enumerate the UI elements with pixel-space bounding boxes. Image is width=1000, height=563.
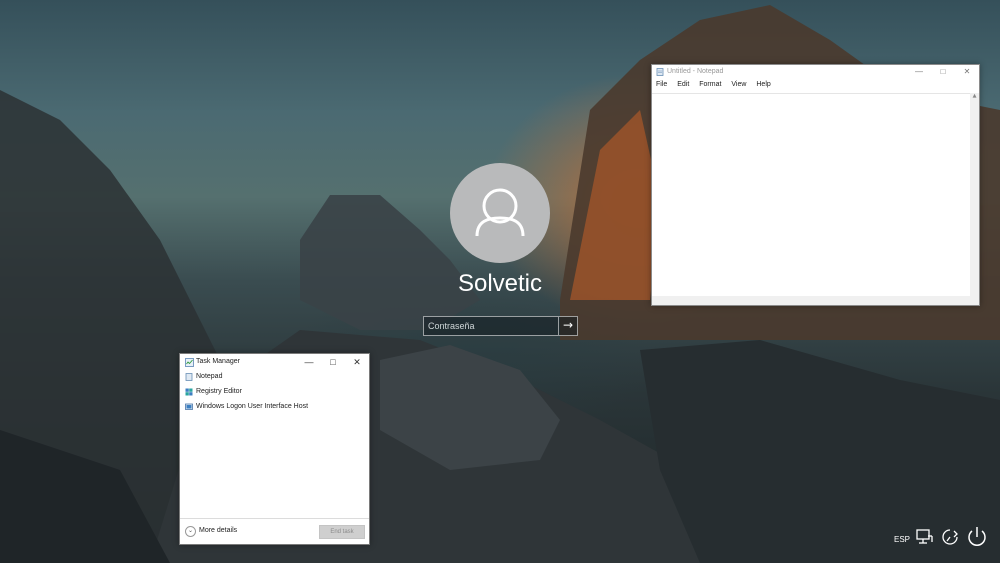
task-label: Registry Editor bbox=[196, 388, 242, 395]
maximize-icon[interactable]: □ bbox=[321, 354, 345, 370]
notepad-window[interactable]: Untitled - Notepad — □ ✕ File Edit Forma… bbox=[651, 64, 980, 306]
task-label: Windows Logon User Interface Host bbox=[196, 403, 309, 410]
maximize-icon[interactable]: □ bbox=[931, 65, 955, 79]
horizontal-scrollbar[interactable] bbox=[652, 296, 970, 305]
power-icon[interactable] bbox=[963, 523, 991, 551]
logon-ui-host-icon bbox=[185, 403, 193, 410]
task-manager-title: Task Manager bbox=[196, 358, 240, 365]
task-list: Notepad Registry Editor Windows Logon Us… bbox=[180, 370, 369, 415]
user-icon bbox=[475, 188, 525, 237]
minimize-icon[interactable]: — bbox=[297, 354, 321, 370]
minimize-icon[interactable]: — bbox=[907, 65, 931, 79]
notepad-title: Untitled - Notepad bbox=[667, 68, 724, 75]
menu-file[interactable]: File bbox=[656, 81, 667, 88]
notepad-text-area[interactable] bbox=[652, 93, 970, 296]
task-label: Notepad bbox=[196, 373, 223, 380]
user-avatar bbox=[450, 163, 550, 263]
notepad-titlebar[interactable]: Untitled - Notepad — □ ✕ bbox=[652, 65, 979, 79]
submit-arrow-icon[interactable]: → bbox=[558, 317, 577, 335]
task-item-notepad[interactable]: Notepad bbox=[180, 370, 369, 385]
task-manager-window[interactable]: Task Manager — □ ✕ Notepad Registry Edit… bbox=[179, 353, 370, 545]
task-manager-footer: ⌄ More details End task bbox=[180, 518, 369, 544]
size-grip bbox=[970, 296, 979, 305]
notepad-app-icon bbox=[656, 68, 664, 76]
task-item-logon-ui-host[interactable]: Windows Logon User Interface Host bbox=[180, 400, 369, 415]
username-label: Solvetic bbox=[457, 270, 543, 297]
language-indicator[interactable]: ESP bbox=[894, 535, 910, 544]
menu-edit[interactable]: Edit bbox=[677, 81, 689, 88]
notepad-menubar: File Edit Format View Help bbox=[652, 81, 979, 93]
menu-help[interactable]: Help bbox=[756, 81, 770, 88]
registry-editor-icon bbox=[185, 388, 193, 396]
close-icon[interactable]: ✕ bbox=[345, 354, 369, 370]
password-input[interactable] bbox=[424, 317, 564, 335]
menu-format[interactable]: Format bbox=[699, 81, 721, 88]
vertical-scrollbar[interactable]: ▲ bbox=[970, 93, 979, 296]
network-icon[interactable] bbox=[914, 527, 934, 547]
end-task-button[interactable]: End task bbox=[319, 525, 365, 539]
notepad-icon bbox=[185, 373, 193, 381]
task-item-registry-editor[interactable]: Registry Editor bbox=[180, 385, 369, 400]
task-manager-icon bbox=[185, 358, 194, 367]
more-details-link[interactable]: More details bbox=[199, 527, 237, 534]
password-box: → bbox=[423, 316, 578, 336]
task-manager-titlebar[interactable]: Task Manager — □ ✕ bbox=[180, 354, 369, 370]
chevron-down-icon[interactable]: ⌄ bbox=[185, 526, 196, 537]
scroll-up-icon[interactable]: ▲ bbox=[970, 93, 979, 99]
close-icon[interactable]: ✕ bbox=[955, 65, 979, 79]
menu-view[interactable]: View bbox=[731, 81, 746, 88]
ease-of-access-icon[interactable] bbox=[940, 527, 960, 547]
